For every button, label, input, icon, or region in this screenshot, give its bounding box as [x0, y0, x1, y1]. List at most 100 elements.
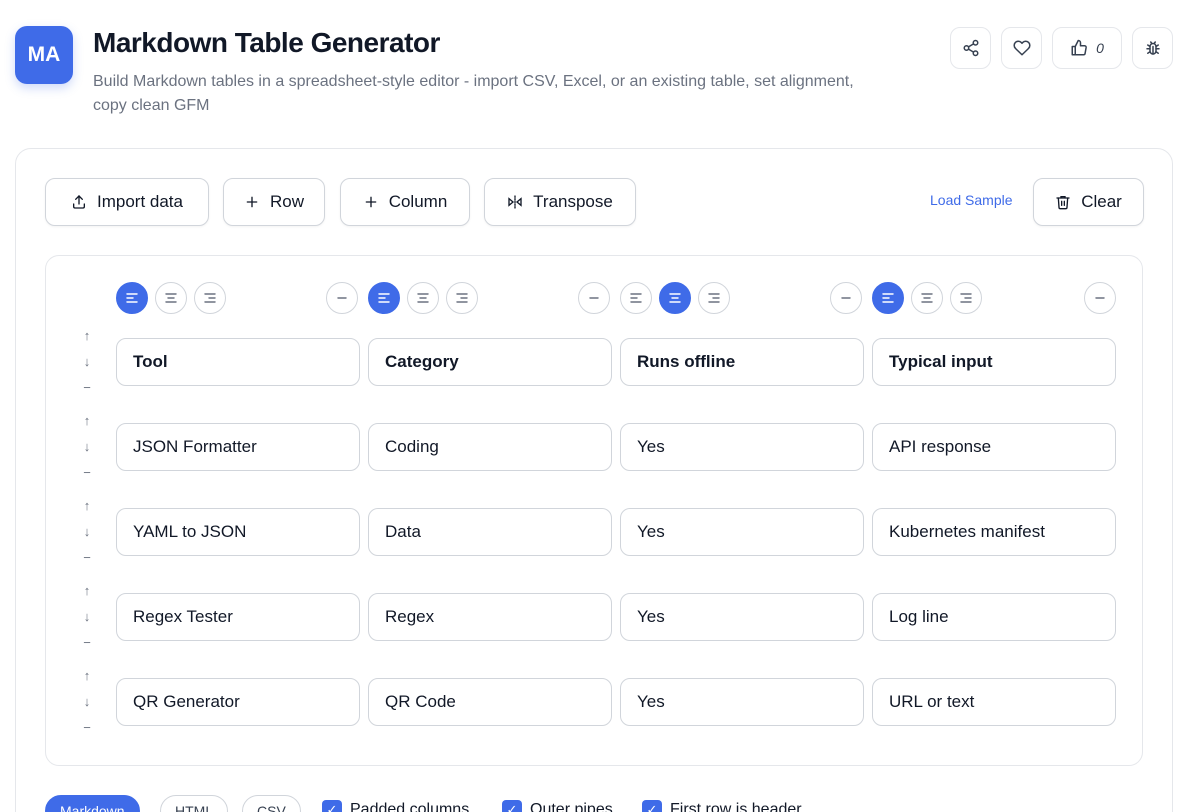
align-center-button[interactable]: [659, 282, 691, 314]
delete-column-button[interactable]: [326, 282, 358, 314]
align-left-button[interactable]: [872, 282, 904, 314]
delete-column-icon: [841, 297, 851, 299]
align-center-button[interactable]: [911, 282, 943, 314]
align-right-button[interactable]: [698, 282, 730, 314]
align-left-button[interactable]: [620, 282, 652, 314]
table-cell[interactable]: Yes: [620, 593, 864, 641]
load-sample-link[interactable]: Load Sample: [930, 192, 1013, 208]
table-cell[interactable]: JSON Formatter: [116, 423, 360, 471]
header-cell[interactable]: Category: [368, 338, 612, 386]
table-cell[interactable]: Regex Tester: [116, 593, 360, 641]
thumbs-up-icon: [1071, 39, 1087, 56]
option-padded-columns[interactable]: ✓ Padded columns: [322, 800, 469, 812]
move-row-down-button[interactable]: ↓: [76, 694, 98, 709]
transpose-icon: [508, 195, 522, 209]
plus-icon: [246, 196, 258, 208]
align-right-icon: [456, 293, 468, 303]
align-right-button[interactable]: [446, 282, 478, 314]
align-left-button[interactable]: [116, 282, 148, 314]
delete-row-button[interactable]: −: [76, 380, 98, 395]
transpose-button[interactable]: Transpose: [484, 178, 636, 226]
move-row-up-button[interactable]: ↑: [76, 583, 98, 598]
align-center-icon: [417, 293, 429, 303]
table-cell[interactable]: YAML to JSON: [116, 508, 360, 556]
checkbox-icon[interactable]: ✓: [322, 800, 342, 812]
option-outer-pipes[interactable]: ✓ Outer pipes: [502, 800, 613, 812]
option-label: Outer pipes: [530, 801, 613, 812]
delete-row-button[interactable]: −: [76, 550, 98, 565]
header-cell[interactable]: Tool: [116, 338, 360, 386]
move-row-down-button[interactable]: ↓: [76, 609, 98, 624]
checkbox-icon[interactable]: ✓: [642, 800, 662, 812]
move-row-down-button[interactable]: ↓: [76, 354, 98, 369]
table-cell[interactable]: Yes: [620, 423, 864, 471]
tab-html[interactable]: HTML: [160, 795, 229, 812]
add-column-button[interactable]: Column: [340, 178, 470, 226]
delete-row-button[interactable]: −: [76, 465, 98, 480]
header-cell[interactable]: Runs offline: [620, 338, 864, 386]
move-row-down-button[interactable]: ↓: [76, 439, 98, 454]
option-first-row-header[interactable]: ✓ First row is header: [642, 800, 802, 812]
share-icon: [963, 39, 978, 57]
delete-row-button[interactable]: −: [76, 635, 98, 650]
delete-column-icon: [589, 297, 599, 299]
align-right-button[interactable]: [194, 282, 226, 314]
like-button[interactable]: 0: [1052, 27, 1122, 69]
align-left-icon: [378, 293, 390, 303]
align-center-icon: [669, 293, 681, 303]
move-row-up-button[interactable]: ↑: [76, 413, 98, 428]
align-center-button[interactable]: [155, 282, 187, 314]
tab-markdown[interactable]: Markdown: [45, 795, 140, 812]
table-cell[interactable]: Data: [368, 508, 612, 556]
report-bug-button[interactable]: [1132, 27, 1173, 69]
align-center-button[interactable]: [407, 282, 439, 314]
heart-icon: [1012, 40, 1031, 56]
move-row-down-button[interactable]: ↓: [76, 524, 98, 539]
delete-row-button[interactable]: −: [76, 720, 98, 735]
table-cell[interactable]: Yes: [620, 508, 864, 556]
checkbox-icon[interactable]: ✓: [502, 800, 522, 812]
bug-icon: [1145, 41, 1160, 55]
add-row-button[interactable]: Row: [223, 178, 325, 226]
table-cell[interactable]: Kubernetes manifest: [872, 508, 1116, 556]
align-right-icon: [960, 293, 972, 303]
table-cell[interactable]: QR Code: [368, 678, 612, 726]
align-right-button[interactable]: [950, 282, 982, 314]
table-cell[interactable]: Log line: [872, 593, 1116, 641]
option-label: Padded columns: [350, 801, 470, 812]
move-row-up-button[interactable]: ↑: [76, 498, 98, 513]
import-data-button[interactable]: Import data: [45, 178, 209, 226]
table-cell[interactable]: QR Generator: [116, 678, 360, 726]
align-left-icon: [126, 293, 138, 303]
page-title: Markdown Table Generator: [93, 27, 440, 58]
header-cell[interactable]: Typical input: [872, 338, 1116, 386]
plus-icon: [365, 196, 377, 208]
add-column-label: Column: [388, 192, 448, 211]
align-center-icon: [165, 293, 177, 303]
table-cell[interactable]: URL or text: [872, 678, 1116, 726]
tab-csv[interactable]: CSV: [242, 795, 301, 812]
delete-column-button[interactable]: [578, 282, 610, 314]
app-logo: MA: [15, 26, 73, 84]
table-cell[interactable]: Coding: [368, 423, 612, 471]
import-data-label: Import data: [97, 192, 183, 211]
table-cell[interactable]: Yes: [620, 678, 864, 726]
trash-icon: [1056, 196, 1070, 210]
share-button[interactable]: [950, 27, 991, 69]
page-subtitle: Build Markdown tables in a spreadsheet-s…: [93, 73, 854, 114]
table-cell[interactable]: API response: [872, 423, 1116, 471]
align-left-button[interactable]: [368, 282, 400, 314]
align-right-icon: [708, 293, 720, 303]
align-right-icon: [204, 293, 216, 303]
move-row-up-button[interactable]: ↑: [76, 328, 98, 343]
delete-column-button[interactable]: [830, 282, 862, 314]
clear-button[interactable]: Clear: [1033, 178, 1144, 226]
delete-column-icon: [1095, 297, 1105, 299]
delete-column-button[interactable]: [1084, 282, 1116, 314]
move-row-up-button[interactable]: ↑: [76, 668, 98, 683]
option-label: First row is header: [670, 801, 802, 812]
favorite-button[interactable]: [1001, 27, 1042, 69]
table-cell[interactable]: Regex: [368, 593, 612, 641]
like-count: 0: [1096, 40, 1104, 56]
align-left-icon: [630, 293, 642, 303]
